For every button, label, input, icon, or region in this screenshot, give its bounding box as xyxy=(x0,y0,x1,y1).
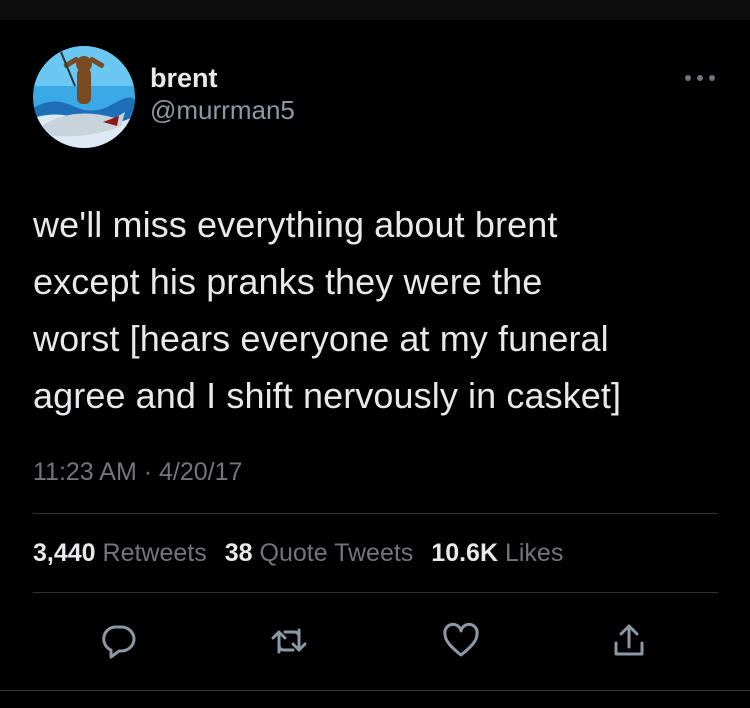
user-handle[interactable]: @murrman5 xyxy=(150,93,295,127)
action-bar xyxy=(33,593,718,681)
author-names: brent @murrman5 xyxy=(150,63,295,127)
likes-count: 10.6K xyxy=(431,538,499,567)
more-horizontal-icon[interactable] xyxy=(682,68,718,88)
retweets-label: Retweets xyxy=(102,538,207,567)
reply-icon[interactable] xyxy=(98,621,138,661)
tweet-text: we'll miss everything about brent except… xyxy=(33,204,622,416)
display-name[interactable]: brent xyxy=(150,63,295,93)
quote-tweets-count: 38 xyxy=(224,538,253,567)
share-icon[interactable] xyxy=(609,621,649,661)
likes-stat[interactable]: 10.6K Likes xyxy=(431,539,563,568)
tweet-timestamp: 11:23 AM · 4/20/17 xyxy=(33,457,718,487)
tweet-header: brent @murrman5 xyxy=(33,46,718,150)
heart-icon[interactable] xyxy=(441,621,481,661)
retweets-stat[interactable]: 3,440 Retweets xyxy=(33,539,207,568)
quote-tweets-stat[interactable]: 38 Quote Tweets xyxy=(225,539,414,568)
quote-tweets-label: Quote Tweets xyxy=(259,538,414,567)
engagement-stats: 3,440 Retweets 38 Quote Tweets 10.6K Lik… xyxy=(33,514,718,592)
tweet-time[interactable]: 11:23 AM xyxy=(33,458,137,486)
retweet-icon[interactable] xyxy=(269,621,309,661)
retweets-count: 3,440 xyxy=(33,538,96,567)
tweet-date[interactable]: 4/20/17 xyxy=(159,458,242,486)
bottom-divider xyxy=(0,690,750,691)
tweet: brent @murrman5 we'll miss everything ab… xyxy=(33,46,718,681)
avatar[interactable] xyxy=(33,46,135,148)
top-strip xyxy=(0,0,750,20)
likes-label: Likes xyxy=(504,538,564,567)
meta-separator: · xyxy=(143,458,153,486)
